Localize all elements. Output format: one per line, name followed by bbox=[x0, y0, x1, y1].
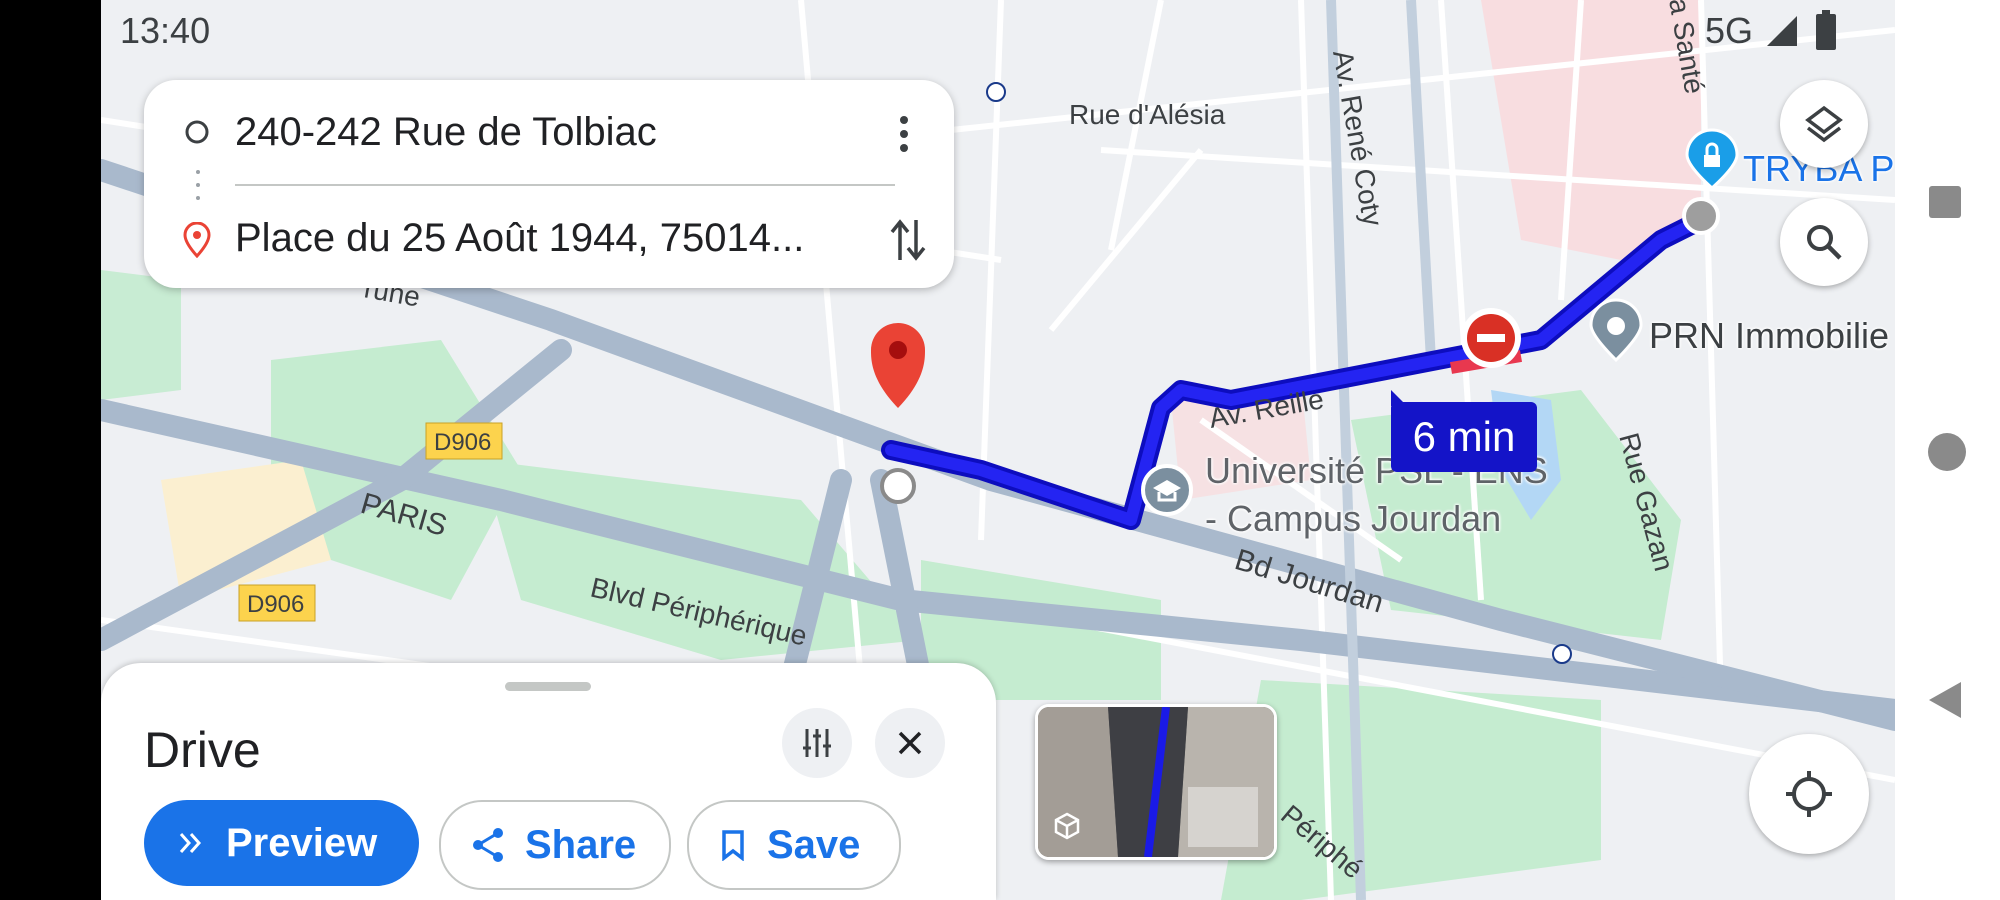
university-marker-icon[interactable] bbox=[1141, 464, 1193, 516]
system-navigation-bar bbox=[1895, 0, 2000, 900]
tune-icon bbox=[803, 729, 831, 757]
origin-row[interactable]: 240-242 Rue de Tolbiac bbox=[144, 92, 954, 172]
share-label: Share bbox=[525, 822, 637, 867]
layers-icon bbox=[1805, 105, 1843, 143]
preview-label: Preview bbox=[226, 820, 378, 865]
road-shield-d906-a: D906 bbox=[434, 429, 491, 456]
road-closure-icon[interactable] bbox=[1461, 308, 1521, 368]
battery-icon bbox=[1816, 10, 1836, 50]
swap-directions-icon[interactable] bbox=[888, 216, 928, 264]
preview-button[interactable]: Preview bbox=[144, 800, 419, 886]
route-options-button[interactable] bbox=[782, 708, 852, 778]
route-time-badge[interactable]: 6 min bbox=[1391, 402, 1537, 472]
more-options-icon[interactable] bbox=[896, 114, 912, 154]
travel-mode-title: Drive bbox=[144, 722, 261, 778]
destination-pin-small-icon bbox=[183, 222, 211, 258]
search-button[interactable] bbox=[1780, 198, 1868, 286]
crosshair-icon bbox=[1786, 771, 1832, 817]
recents-square-icon[interactable] bbox=[1927, 184, 1963, 220]
bookmark-icon bbox=[722, 830, 744, 861]
back-triangle-icon[interactable] bbox=[1927, 680, 1963, 720]
close-icon bbox=[898, 731, 922, 755]
route-time-badge-pointer bbox=[1391, 390, 1407, 406]
search-icon bbox=[1807, 225, 1842, 260]
destination-row[interactable]: Place du 25 Août 1944, 75014... bbox=[144, 198, 954, 278]
double-chevron-icon bbox=[179, 833, 202, 853]
layers-button[interactable] bbox=[1780, 80, 1868, 168]
status-time: 13:40 bbox=[120, 10, 211, 51]
destination-input[interactable]: Place du 25 Août 1944, 75014... bbox=[235, 216, 804, 261]
signal-icon bbox=[1767, 16, 1797, 46]
share-icon bbox=[473, 828, 503, 862]
place-label-prn[interactable]: PRN Immobilie bbox=[1649, 315, 1889, 357]
origin-dot-icon[interactable] bbox=[1682, 197, 1720, 235]
home-circle-icon[interactable] bbox=[1927, 432, 1967, 472]
card-divider bbox=[235, 184, 895, 186]
route-card: 240-242 Rue de Tolbiac Place du 25 Août … bbox=[144, 80, 954, 288]
street-label-alesia: Rue d'Alésia bbox=[1069, 99, 1226, 130]
place-label-universite-line2[interactable]: - Campus Jourdan bbox=[1205, 498, 1501, 540]
origin-input[interactable]: 240-242 Rue de Tolbiac bbox=[235, 110, 657, 155]
route-time-label: 6 min bbox=[1412, 413, 1516, 460]
sheet-drag-handle[interactable] bbox=[505, 682, 591, 691]
road-shield-d906-b: D906 bbox=[247, 591, 304, 618]
origin-circle-icon bbox=[185, 120, 209, 144]
save-button[interactable]: Save bbox=[687, 800, 901, 890]
street-view-thumbnail[interactable] bbox=[1035, 704, 1277, 860]
route-dots-divider bbox=[196, 170, 200, 200]
status-network: 5G bbox=[1705, 10, 1754, 51]
share-button[interactable]: Share bbox=[439, 800, 671, 890]
my-location-button[interactable] bbox=[1749, 734, 1869, 854]
save-label: Save bbox=[767, 822, 861, 867]
3d-cube-icon bbox=[1054, 812, 1080, 840]
map-screen: Rue d'Alésia Av. René Coty a Santé Av. R… bbox=[101, 0, 1895, 900]
close-button[interactable] bbox=[875, 708, 945, 778]
